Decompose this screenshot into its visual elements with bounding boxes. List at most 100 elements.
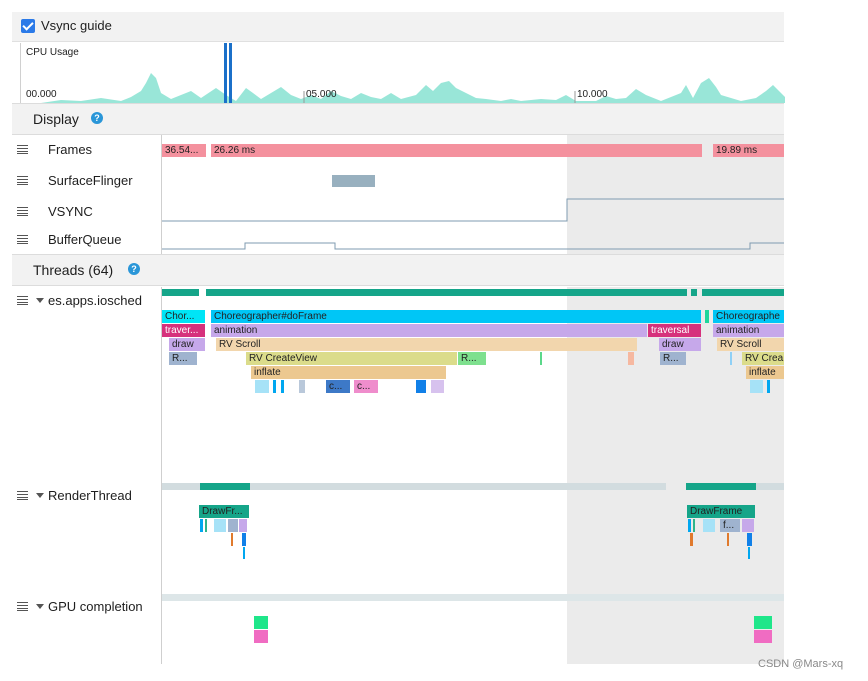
rt-leaf-2[interactable] xyxy=(205,519,207,532)
gpu-block-green-2[interactable] xyxy=(754,616,772,629)
traversal-block-2[interactable]: traversal xyxy=(648,324,701,337)
tiny-block-3[interactable] xyxy=(730,352,732,365)
gpu-expand-icon[interactable] xyxy=(36,604,44,609)
leaf-block-7[interactable] xyxy=(750,380,763,393)
inflate-block-2[interactable]: inflate xyxy=(746,366,784,379)
gpu-drag-handle-icon[interactable] xyxy=(17,602,28,611)
iosched-row-label: es.apps.iosched xyxy=(48,293,142,308)
threads-section-title: Threads (64) xyxy=(33,262,114,278)
renderthread-state-bar-run-2[interactable] xyxy=(686,483,756,490)
rv-scroll-block-1[interactable]: RV Scroll xyxy=(216,338,637,351)
gpu-block-pink-2[interactable] xyxy=(754,630,772,643)
surfaceflinger-row-label: SurfaceFlinger xyxy=(48,173,133,188)
iosched-expand-icon[interactable] xyxy=(36,298,44,303)
rt-leaf-1[interactable] xyxy=(200,519,203,532)
small-green-block[interactable] xyxy=(705,310,709,323)
leaf-block-4[interactable] xyxy=(299,380,305,393)
vsync-row-label: VSYNC xyxy=(48,204,93,219)
rt-leaf-12[interactable] xyxy=(742,519,754,532)
renderthread-expand-icon[interactable] xyxy=(36,493,44,498)
vsync-guide-label: Vsync guide xyxy=(41,18,112,33)
tiny-block-2[interactable] xyxy=(628,352,634,365)
rt-leaf-14[interactable] xyxy=(727,533,729,546)
leaf-block-1[interactable] xyxy=(255,380,269,393)
iosched-state-bar-3[interactable] xyxy=(691,289,697,296)
surfaceflinger-drag-handle-icon[interactable] xyxy=(17,176,28,185)
r-block-3[interactable]: R... xyxy=(660,352,686,365)
animation-block-2[interactable]: animation xyxy=(713,324,784,337)
leaf-block-6[interactable] xyxy=(431,380,444,393)
leaf-block-3[interactable] xyxy=(281,380,284,393)
frames-drag-handle-icon[interactable] xyxy=(17,145,28,154)
iosched-state-bar-2[interactable] xyxy=(206,289,687,296)
c-block-1[interactable]: c... xyxy=(326,380,350,393)
vsync-guide-bar xyxy=(12,12,784,42)
rv-createview-block-2[interactable]: RV Crea xyxy=(742,352,784,365)
leaf-block-2[interactable] xyxy=(273,380,276,393)
rt-leaf-4[interactable] xyxy=(228,519,238,532)
gpu-block-pink-1[interactable] xyxy=(254,630,268,643)
rt-leaf-3[interactable] xyxy=(214,519,226,532)
display-help-icon[interactable]: ? xyxy=(91,112,103,124)
surfaceflinger-block[interactable] xyxy=(332,175,375,187)
tiny-block-1[interactable] xyxy=(540,352,542,365)
renderthread-state-bar-run-1[interactable] xyxy=(200,483,250,490)
rt-leaf-6[interactable] xyxy=(231,533,233,546)
c-block-2[interactable]: c... xyxy=(354,380,378,393)
drawframe-block-1[interactable]: DrawFr... xyxy=(199,505,249,518)
choreographer-block-1[interactable]: Chor... xyxy=(162,310,205,323)
rt-leaf-16[interactable] xyxy=(748,547,750,559)
rv-createview-block-1[interactable]: RV CreateView xyxy=(246,352,457,365)
rt-leaf-5[interactable] xyxy=(239,519,247,532)
frame-block-1[interactable]: 36.54... xyxy=(162,144,206,157)
rt-leaf-9[interactable] xyxy=(688,519,691,532)
rt-leaf-7[interactable] xyxy=(242,533,246,546)
r-block-2[interactable]: R... xyxy=(458,352,486,365)
rv-scroll-block-2[interactable]: RV Scroll xyxy=(717,338,784,351)
threads-divider xyxy=(161,287,162,664)
rt-leaf-11[interactable] xyxy=(703,519,715,532)
r-block-1[interactable]: R... xyxy=(169,352,197,365)
iosched-state-bar-4[interactable] xyxy=(702,289,784,296)
leaf-block-8[interactable] xyxy=(767,380,770,393)
renderthread-drag-handle-icon[interactable] xyxy=(17,491,28,500)
choreographer-block-3[interactable]: Choreographe xyxy=(713,310,784,323)
gpu-row-label: GPU completion xyxy=(48,599,143,614)
cpu-usage-chart[interactable]: CPU Usage 00.000 05.000 10.000 xyxy=(20,43,785,103)
rt-leaf-10[interactable] xyxy=(693,519,695,532)
animation-block-1[interactable]: animation xyxy=(211,324,647,337)
bufferqueue-drag-handle-icon[interactable] xyxy=(17,235,28,244)
vsync-guide-checkbox[interactable] xyxy=(21,19,35,33)
cpu-tick-0: 00.000 xyxy=(26,89,57,100)
draw-block-2[interactable]: draw xyxy=(659,338,701,351)
renderthread-row-label: RenderThread xyxy=(48,488,132,503)
rt-leaf-8[interactable] xyxy=(243,547,245,559)
cpu-tick-10: 10.000 xyxy=(577,89,608,100)
f-block[interactable]: f... xyxy=(720,519,740,532)
gpu-state-bar[interactable] xyxy=(162,594,784,601)
vsync-drag-handle-icon[interactable] xyxy=(17,207,28,216)
gpu-block-green-1[interactable] xyxy=(254,616,268,629)
threads-help-icon[interactable]: ? xyxy=(128,263,140,275)
frames-row-label: Frames xyxy=(48,142,93,157)
vsync-signal-graph xyxy=(162,198,784,222)
display-section-title: Display xyxy=(33,111,79,127)
drawframe-block-2[interactable]: DrawFrame xyxy=(687,505,755,518)
cpu-usage-title: CPU Usage xyxy=(26,47,79,58)
iosched-state-bar-1[interactable] xyxy=(162,289,199,296)
bufferqueue-graph xyxy=(162,242,784,250)
frame-block-2[interactable]: 26.26 ms xyxy=(211,144,702,157)
display-section-header[interactable] xyxy=(12,103,784,135)
traversal-block-1[interactable]: traver... xyxy=(162,324,205,337)
watermark: CSDN @Mars-xq xyxy=(758,658,844,670)
rt-leaf-15[interactable] xyxy=(747,533,752,546)
rt-leaf-13[interactable] xyxy=(690,533,693,546)
iosched-drag-handle-icon[interactable] xyxy=(17,296,28,305)
choreographer-block-2[interactable]: Choreographer#doFrame xyxy=(211,310,701,323)
draw-block-1[interactable]: draw xyxy=(169,338,205,351)
bufferqueue-row-label: BufferQueue xyxy=(48,232,122,247)
cpu-usage-graph xyxy=(21,43,785,103)
frame-block-3[interactable]: 19.89 ms xyxy=(713,144,784,157)
leaf-block-5[interactable] xyxy=(416,380,426,393)
inflate-block-1[interactable]: inflate xyxy=(251,366,446,379)
